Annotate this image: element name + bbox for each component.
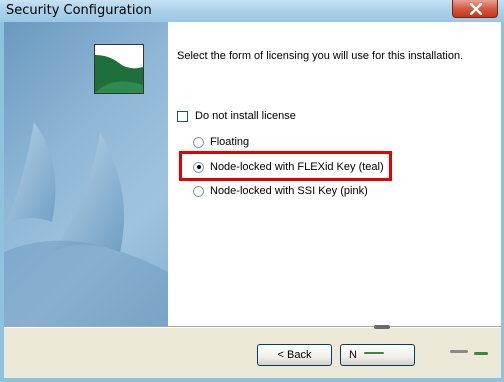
instruction-text: Select the form of licensing you will us… — [177, 50, 464, 62]
button-separator — [4, 326, 501, 328]
radio-option-ssi[interactable]: Node-locked with SSI Key (pink) — [193, 185, 368, 197]
next-button[interactable]: N — [340, 344, 415, 366]
window-title: Security Configuration — [6, 3, 152, 18]
radio-floating-label: Floating — [210, 136, 250, 148]
radio-option-floating[interactable]: Floating — [193, 136, 249, 148]
image-artifact — [450, 350, 468, 353]
radio-ssi[interactable] — [193, 185, 204, 197]
title-bar[interactable]: Security Configuration — [0, 0, 504, 22]
setup-window: Security Configuration Select the form o… — [0, 0, 504, 382]
no-license-checkbox[interactable] — [177, 110, 188, 122]
image-artifact — [374, 325, 390, 329]
image-artifact — [364, 352, 384, 354]
close-button[interactable] — [452, 0, 498, 18]
radio-ssi-label: Node-locked with SSI Key (pink) — [210, 185, 368, 197]
close-icon — [469, 3, 483, 15]
app-logo-icon — [95, 45, 143, 93]
image-artifact — [474, 352, 488, 355]
app-logo — [94, 44, 144, 94]
selection-highlight-box — [179, 151, 392, 181]
back-button[interactable]: < Back — [257, 344, 332, 366]
no-license-option[interactable]: Do not install license — [177, 110, 296, 122]
radio-floating[interactable] — [193, 136, 204, 148]
dialog-client-area: Select the form of licensing you will us… — [4, 22, 501, 378]
no-license-label: Do not install license — [195, 110, 296, 122]
